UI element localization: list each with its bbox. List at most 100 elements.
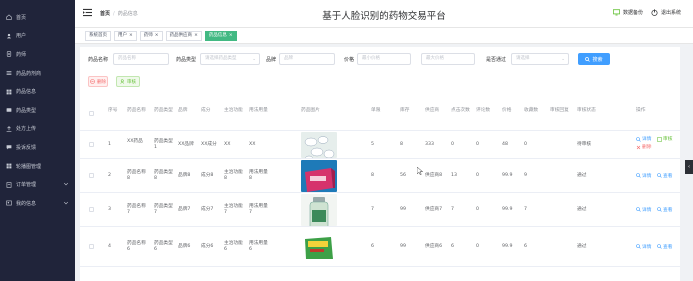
- logout-button[interactable]: 退出系统: [651, 9, 681, 16]
- view-link[interactable]: 查看: [657, 207, 672, 213]
- detail-link[interactable]: 详情: [636, 207, 651, 213]
- select-all-checkbox[interactable]: [89, 111, 94, 116]
- side-panel-toggle[interactable]: ‹: [685, 160, 693, 174]
- search-icon: [657, 244, 662, 249]
- audit-filter-select[interactable]: 请选择 ⌄: [511, 53, 569, 65]
- sidebar-item[interactable]: 药品信息: [0, 82, 75, 101]
- sidebar-item[interactable]: 药品类型: [0, 101, 75, 120]
- table-row[interactable]: 3 药品名称7 药品类型7 品牌7 成分7 主治功能7 用法用量7 7 99 供应商7 7 0 99.9…: [80, 193, 680, 227]
- cell-comments: 0: [476, 243, 479, 249]
- row-delete-label: 删除: [642, 145, 652, 150]
- tab[interactable]: 系统首页: [85, 31, 111, 41]
- sidebar-item-label: 订单管理: [16, 182, 37, 189]
- table-row[interactable]: 4 药品名称6 药品类型6 品牌6 成分6 主治功能6 用法用量6 6 99 供应商6 6 0 99.9…: [80, 227, 680, 267]
- cell-stock: 8: [400, 141, 403, 147]
- cell-name: 药品名称8: [127, 169, 146, 182]
- cell-ingredient: 成分7: [201, 206, 214, 212]
- row-checkbox[interactable]: [89, 207, 94, 212]
- tab-label: 药品信息: [208, 33, 227, 38]
- sidebar-item[interactable]: 首页: [0, 8, 75, 27]
- carousel-icon: [6, 163, 12, 169]
- detail-link[interactable]: 详情: [636, 136, 651, 142]
- sidebar-item-label: 我的信息: [16, 200, 37, 207]
- close-icon[interactable]: ×: [155, 32, 159, 40]
- detail-link[interactable]: 详情: [636, 244, 651, 250]
- cell-favorites: 0: [524, 141, 527, 147]
- view-link[interactable]: 查看: [657, 173, 672, 179]
- sidebar-item[interactable]: 轮播图管理: [0, 157, 75, 176]
- brand-search-input[interactable]: 品牌: [279, 53, 335, 65]
- table-row[interactable]: 2 药品名称8 药品类型8 品牌8 成分8 主治功能8 用法用量8 8 56 供应商8 13 0 99.…: [80, 159, 680, 193]
- cell-function: 主治功能7: [224, 203, 243, 216]
- column-header: 药品名称: [127, 108, 146, 113]
- delete-button-label: 删除: [97, 79, 106, 85]
- system-title: 基于人脸识别的药物交易平台: [322, 11, 446, 22]
- tab[interactable]: 药师 ×: [139, 31, 163, 41]
- search-button[interactable]: 搜索: [578, 53, 610, 65]
- audit-filter-label: 是否通过: [486, 57, 507, 63]
- cell-index: 1: [108, 141, 111, 147]
- order-icon: [6, 181, 12, 188]
- close-icon[interactable]: ×: [194, 32, 198, 40]
- cell-supplier: 供应商7: [425, 206, 443, 212]
- sidebar-item[interactable]: 投诉反馈: [0, 138, 75, 157]
- sidebar-item-label: 处方上传: [16, 126, 37, 133]
- price-min-input[interactable]: 最小价格: [357, 53, 411, 65]
- backup-button[interactable]: 数据备份: [612, 9, 643, 16]
- sidebar-item[interactable]: 我的信息: [0, 194, 75, 213]
- cell-brand: XX品牌: [178, 141, 194, 147]
- row-delete-link[interactable]: 删除: [636, 144, 651, 150]
- sidebar-item[interactable]: 药品药剂商: [0, 64, 75, 83]
- cell-comments: 0: [476, 206, 479, 212]
- delete-button[interactable]: 删除: [88, 76, 108, 87]
- cell-limit: 8: [371, 172, 374, 178]
- mouse-cursor-icon: [417, 167, 423, 175]
- view-label: 查看: [663, 173, 673, 179]
- chevron-down-icon: ⌄: [561, 57, 565, 62]
- close-icon[interactable]: ×: [229, 32, 233, 40]
- tab[interactable]: 药品信息 ×: [204, 31, 237, 41]
- row-checkbox[interactable]: [89, 173, 94, 178]
- row-checkbox[interactable]: [89, 244, 94, 249]
- column-header: 用法用量: [249, 108, 268, 113]
- sidebar-item[interactable]: 用户: [0, 27, 75, 46]
- view-link[interactable]: 查看: [657, 244, 672, 250]
- sidebar-item-label: 药品药剂商: [16, 70, 42, 77]
- cell-ingredient: XX成分: [201, 141, 217, 147]
- column-header: 收藏数: [524, 108, 539, 113]
- audit-select-placeholder: 请选择: [516, 56, 530, 61]
- monitor-icon: [612, 9, 620, 16]
- cell-stock: 56: [400, 172, 406, 178]
- cell-index: 2: [108, 172, 111, 178]
- sidebar-item-label: 投诉反馈: [16, 144, 37, 151]
- name-search-input[interactable]: 药品名称: [113, 53, 169, 65]
- sidebar-item-label: 首页: [16, 14, 27, 21]
- supplier-icon: [6, 70, 12, 76]
- detail-link[interactable]: 详情: [636, 173, 651, 179]
- close-icon[interactable]: ×: [129, 32, 133, 40]
- search-icon: [636, 244, 641, 249]
- cell-status: 通过: [577, 243, 587, 249]
- sidebar-item[interactable]: 订单管理: [0, 175, 75, 194]
- sidebar-item-label: 药师: [16, 51, 27, 58]
- search-bar: 药品名称 药品名称 药品类型 请选择药品类型 ⌄ 品牌 品牌 价格 最小价格 最…: [80, 53, 680, 67]
- tab[interactable]: 药品供应商 ×: [165, 31, 202, 41]
- cell-brand: 品牌7: [178, 206, 191, 212]
- column-header: 成分: [201, 108, 211, 113]
- row-audit-link[interactable]: 审核: [657, 136, 672, 142]
- type-select[interactable]: 请选择药品类型 ⌄: [200, 53, 260, 65]
- column-header: 审核状态: [577, 108, 596, 113]
- price-max-input[interactable]: 最大价格: [421, 53, 475, 65]
- row-audit-label: 审核: [663, 137, 673, 142]
- sidebar-item[interactable]: 药师: [0, 45, 75, 64]
- row-checkbox[interactable]: [89, 142, 94, 147]
- table-row[interactable]: 1 XX药品 药品类型1 XX品牌 XX成分 XX XX 5 8 333 0 0 48 0 待审核 详情 审核删…: [80, 131, 680, 159]
- tab[interactable]: 用户 ×: [114, 31, 137, 41]
- sidebar-item-label: 药品信息: [16, 89, 37, 96]
- cell-status: 待审核: [577, 141, 592, 147]
- sidebar-item[interactable]: 处方上传: [0, 120, 75, 139]
- product-image: [301, 160, 337, 192]
- audit-button[interactable]: 审核: [116, 76, 140, 87]
- cell-name: XX药品: [127, 138, 143, 144]
- tabs-bar: 系统首页 用户 × 药师 × 药品供应商 × 药品信息 ×: [75, 28, 693, 44]
